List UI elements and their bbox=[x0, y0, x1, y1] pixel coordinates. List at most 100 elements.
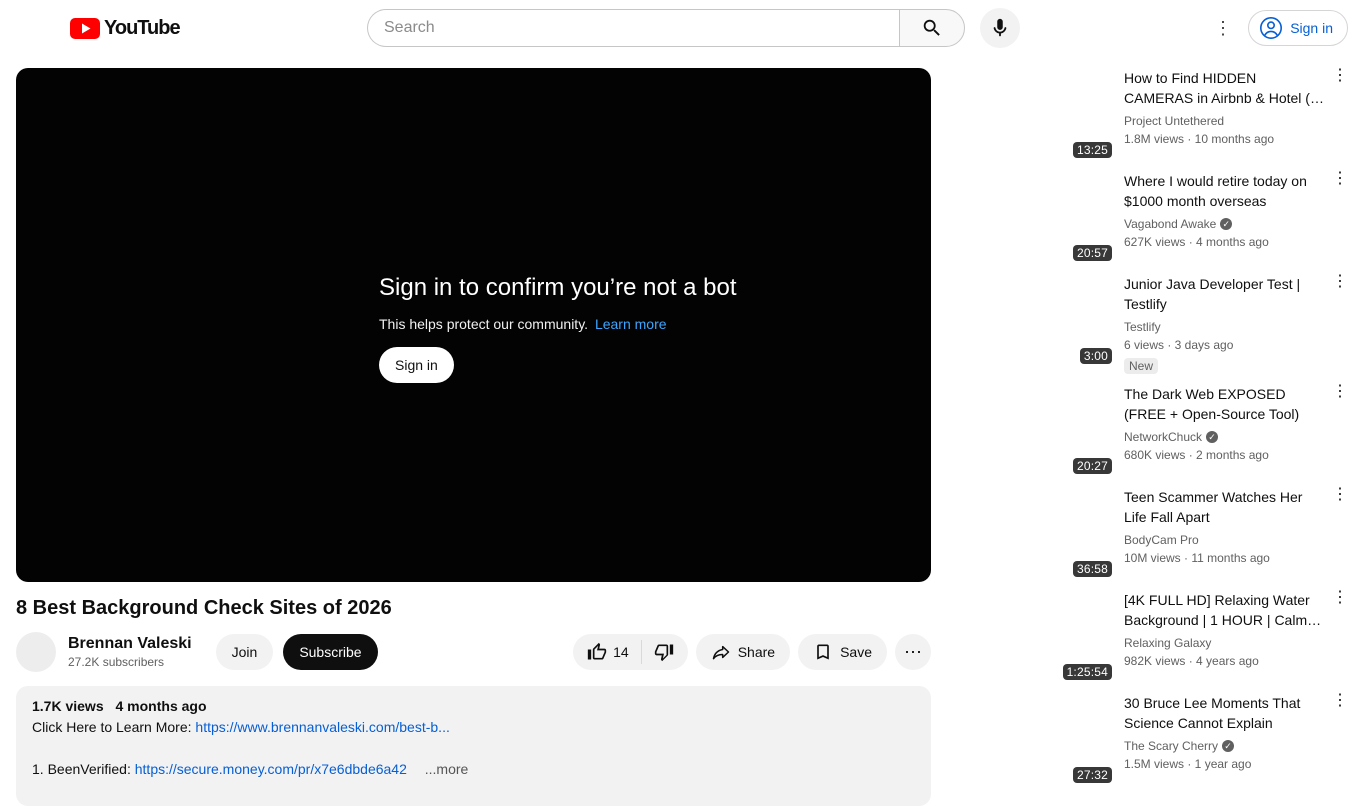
related-video-info: ⋮ Where I would retire today on $1000 mo… bbox=[1124, 171, 1350, 265]
kebab-menu-icon[interactable]: ⋮ bbox=[1332, 384, 1348, 400]
signin-label: Sign in bbox=[1290, 20, 1333, 36]
thumbs-up-icon bbox=[587, 642, 607, 660]
related-video-info: ⋮ 30 Bruce Lee Moments That Science Cann… bbox=[1124, 693, 1350, 787]
related-channel-name[interactable]: The Scary Cherry bbox=[1124, 737, 1218, 755]
related-channel-name[interactable]: Vagabond Awake bbox=[1124, 215, 1216, 233]
related-video-meta: 1.8M views · 10 months ago bbox=[1124, 132, 1275, 146]
channel-avatar[interactable] bbox=[16, 632, 56, 672]
like-count: 14 bbox=[613, 644, 629, 660]
related-video-meta: 627K views · 4 months ago bbox=[1124, 235, 1269, 249]
related-videos-sidebar: 13:25 ⋮ How to Find HIDDEN CAMERAS in Ai… bbox=[948, 68, 1350, 796]
video-thumbnail[interactable]: 20:57 bbox=[948, 171, 1116, 265]
channel-name[interactable]: Brennan Valeski bbox=[68, 635, 192, 653]
video-thumbnail[interactable]: 13:25 bbox=[948, 68, 1116, 162]
related-video-item[interactable]: 3:00 ⋮ Junior Java Developer Test | Test… bbox=[948, 274, 1350, 375]
bot-check-subtitle: This helps protect our community. bbox=[379, 316, 589, 332]
related-channel-name[interactable]: Testlify bbox=[1124, 318, 1161, 336]
youtube-wordmark: YouTube bbox=[104, 17, 181, 39]
duration-badge: 20:27 bbox=[1072, 458, 1112, 474]
video-title: 8 Best Background Check Sites of 2026 bbox=[16, 597, 392, 619]
description-link-1[interactable]: https://www.brennanvaleski.com/best-b... bbox=[195, 719, 449, 735]
related-video-title[interactable]: 30 Bruce Lee Moments That Science Cannot… bbox=[1124, 693, 1324, 733]
related-video-meta: 680K views · 2 months ago bbox=[1124, 448, 1269, 462]
video-thumbnail[interactable]: 1:25:54 bbox=[948, 590, 1116, 684]
duration-badge: 36:58 bbox=[1072, 561, 1112, 577]
related-video-info: ⋮ How to Find HIDDEN CAMERAS in Airbnb &… bbox=[1124, 68, 1350, 162]
related-channel-name[interactable]: BodyCam Pro bbox=[1124, 531, 1199, 549]
related-video-item[interactable]: 20:57 ⋮ Where I would retire today on $1… bbox=[948, 171, 1350, 265]
video-thumbnail[interactable]: 27:32 bbox=[948, 693, 1116, 787]
related-video-title[interactable]: Junior Java Developer Test | Testlify bbox=[1124, 274, 1324, 314]
kebab-menu-icon[interactable]: ⋮ bbox=[1332, 68, 1348, 84]
join-button[interactable]: Join bbox=[215, 634, 274, 670]
bot-check-message: Sign in to confirm you’re not a bot This… bbox=[379, 274, 737, 383]
new-badge: New bbox=[1124, 358, 1159, 374]
search-input[interactable] bbox=[367, 9, 899, 47]
kebab-menu-icon[interactable]: ⋮ bbox=[1332, 693, 1348, 709]
duration-badge: 27:32 bbox=[1072, 767, 1112, 783]
settings-kebab-icon[interactable]: ⋮ bbox=[1203, 8, 1243, 48]
duration-badge: 20:57 bbox=[1072, 245, 1112, 261]
related-video-item[interactable]: 1:25:54 ⋮ [4K FULL HD] Relaxing Water Ba… bbox=[948, 590, 1350, 684]
kebab-menu-icon[interactable]: ⋮ bbox=[1332, 171, 1348, 187]
video-thumbnail[interactable]: 36:58 bbox=[948, 487, 1116, 581]
video-actions: 14 Share Save ⋯ bbox=[573, 634, 931, 670]
related-video-title[interactable]: How to Find HIDDEN CAMERAS in Airbnb & H… bbox=[1124, 68, 1324, 108]
duration-badge: 1:25:54 bbox=[1062, 664, 1112, 680]
related-video-title[interactable]: [4K FULL HD] Relaxing Water Background |… bbox=[1124, 590, 1324, 630]
related-video-item[interactable]: 20:27 ⋮ The Dark Web EXPOSED (FREE + Ope… bbox=[948, 384, 1350, 478]
related-channel-name[interactable]: Relaxing Galaxy bbox=[1124, 634, 1211, 652]
youtube-play-icon bbox=[70, 18, 100, 39]
watch-column: Sign in to confirm you’re not a bot This… bbox=[16, 68, 931, 806]
verified-badge-icon: ✓ bbox=[1222, 740, 1235, 752]
related-channel-name[interactable]: NetworkChuck bbox=[1124, 428, 1202, 446]
subscriber-count: 27.2K subscribers bbox=[68, 655, 165, 669]
related-video-item[interactable]: 27:32 ⋮ 30 Bruce Lee Moments That Scienc… bbox=[948, 693, 1350, 787]
related-video-meta: 1.5M views · 1 year ago bbox=[1124, 757, 1252, 771]
video-thumbnail[interactable]: 3:00 bbox=[948, 274, 1116, 368]
description-more-link[interactable]: ...more bbox=[425, 761, 469, 777]
youtube-logo[interactable]: YouTube bbox=[70, 17, 181, 40]
description-line-2: 1. BeenVerified: https://secure.money.co… bbox=[32, 761, 915, 777]
dislike-button[interactable] bbox=[642, 634, 688, 670]
learn-more-link[interactable]: Learn more bbox=[595, 316, 667, 332]
kebab-menu-icon[interactable]: ⋮ bbox=[1332, 487, 1348, 503]
save-button[interactable]: Save bbox=[798, 634, 887, 670]
kebab-menu-icon[interactable]: ⋮ bbox=[1332, 274, 1348, 290]
related-channel-name[interactable]: Project Untethered bbox=[1124, 112, 1224, 130]
description-stats: 1.7K views 4 months ago bbox=[32, 698, 915, 714]
search-button[interactable] bbox=[899, 9, 965, 47]
upload-date: 4 months ago bbox=[115, 698, 207, 714]
share-button[interactable]: Share bbox=[695, 634, 791, 670]
save-label: Save bbox=[840, 644, 872, 660]
bookmark-icon bbox=[817, 644, 829, 660]
video-player[interactable]: Sign in to confirm you’re not a bot This… bbox=[16, 68, 931, 582]
search-bar bbox=[367, 9, 965, 47]
kebab-menu-icon[interactable]: ⋮ bbox=[1332, 590, 1348, 606]
duration-badge: 3:00 bbox=[1079, 348, 1112, 364]
related-video-item[interactable]: 13:25 ⋮ How to Find HIDDEN CAMERAS in Ai… bbox=[948, 68, 1350, 162]
related-video-item[interactable]: 36:58 ⋮ Teen Scammer Watches Her Life Fa… bbox=[948, 487, 1350, 581]
related-video-meta: 982K views · 4 years ago bbox=[1124, 654, 1259, 668]
description-line-1-label: Click Here to Learn More: bbox=[32, 719, 192, 735]
top-bar: YouTube ⋮ Sign in bbox=[0, 0, 1366, 56]
bot-check-title: Sign in to confirm you’re not a bot bbox=[379, 274, 737, 301]
video-thumbnail[interactable]: 20:27 bbox=[948, 384, 1116, 478]
more-actions-button[interactable]: ⋯ bbox=[895, 634, 931, 670]
person-circle-icon bbox=[1260, 17, 1283, 39]
subscribe-button[interactable]: Subscribe bbox=[283, 634, 378, 670]
like-button[interactable]: 14 bbox=[573, 634, 641, 670]
voice-search-button[interactable] bbox=[980, 8, 1020, 48]
related-video-info: ⋮ Teen Scammer Watches Her Life Fall Apa… bbox=[1124, 487, 1350, 581]
related-video-title[interactable]: Teen Scammer Watches Her Life Fall Apart bbox=[1124, 487, 1324, 527]
related-video-title[interactable]: Where I would retire today on $1000 mont… bbox=[1124, 171, 1324, 211]
signin-button[interactable]: Sign in bbox=[1248, 10, 1348, 46]
related-video-title[interactable]: The Dark Web EXPOSED (FREE + Open-Source… bbox=[1124, 384, 1324, 424]
related-video-info: ⋮ Junior Java Developer Test | Testlify … bbox=[1124, 274, 1350, 375]
description-link-2[interactable]: https://secure.money.com/pr/x7e6dbde6a42 bbox=[135, 761, 407, 777]
like-dislike-bar: 14 bbox=[573, 634, 688, 670]
player-signin-button[interactable]: Sign in bbox=[379, 347, 454, 383]
description-box[interactable]: 1.7K views 4 months ago Click Here to Le… bbox=[16, 686, 931, 806]
hamburger-menu-icon[interactable] bbox=[16, 8, 56, 48]
thumbs-down-icon bbox=[654, 644, 673, 662]
